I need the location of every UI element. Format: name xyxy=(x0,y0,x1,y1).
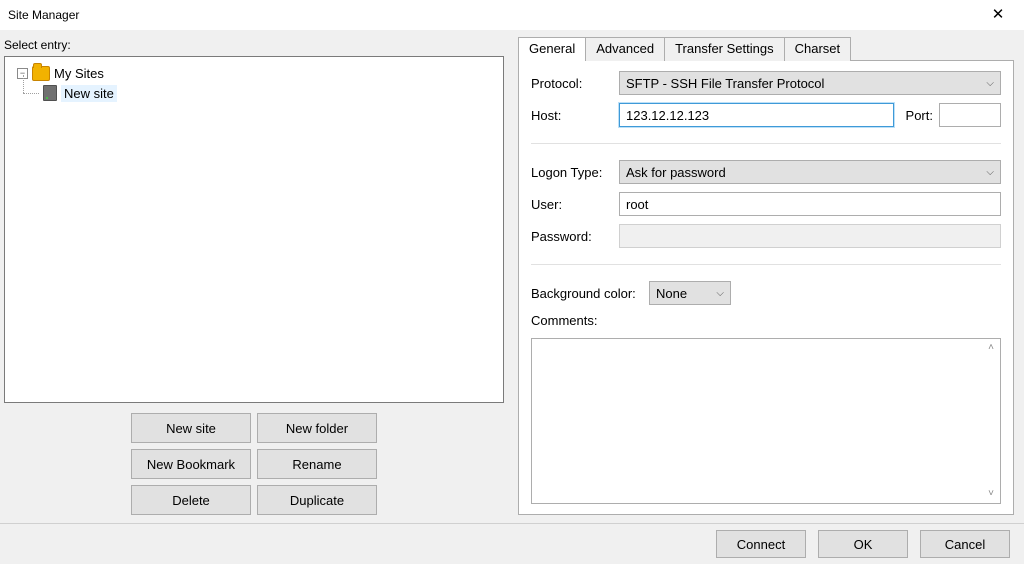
tab-transfer-settings[interactable]: Transfer Settings xyxy=(665,37,785,61)
bg-color-value: None xyxy=(656,286,687,301)
new-site-button[interactable]: New site xyxy=(131,413,251,443)
rename-button[interactable]: Rename xyxy=(257,449,377,479)
user-row: User: root xyxy=(531,192,1001,216)
folder-icon xyxy=(32,66,50,81)
tree-item-new-site[interactable]: New site xyxy=(9,83,499,103)
cancel-button[interactable]: Cancel xyxy=(920,530,1010,558)
tab-general[interactable]: General xyxy=(518,37,586,61)
dialog-footer: Connect OK Cancel xyxy=(0,523,1024,564)
protocol-row: Protocol: SFTP - SSH File Transfer Proto… xyxy=(531,71,1001,95)
host-input[interactable]: 123.12.12.123 xyxy=(619,103,894,127)
tab-bar: General Advanced Transfer Settings Chars… xyxy=(518,36,1014,60)
protocol-select[interactable]: SFTP - SSH File Transfer Protocol ⌵ xyxy=(619,71,1001,95)
tab-charset[interactable]: Charset xyxy=(785,37,852,61)
right-pane: General Advanced Transfer Settings Chars… xyxy=(510,30,1024,523)
server-icon xyxy=(43,85,57,101)
delete-button[interactable]: Delete xyxy=(131,485,251,515)
scroll-down-icon[interactable]: ˅ xyxy=(984,487,998,501)
logon-type-select[interactable]: Ask for password ⌵ xyxy=(619,160,1001,184)
scroll-up-icon[interactable]: ˄ xyxy=(984,341,998,355)
user-value: root xyxy=(626,197,648,212)
window-title: Site Manager xyxy=(8,8,79,22)
password-input xyxy=(619,224,1001,248)
protocol-value: SFTP - SSH File Transfer Protocol xyxy=(626,76,824,91)
user-input[interactable]: root xyxy=(619,192,1001,216)
password-label: Password: xyxy=(531,229,619,244)
port-label: Port: xyxy=(906,108,933,123)
logon-type-label: Logon Type: xyxy=(531,165,619,180)
tree-root[interactable]: − My Sites xyxy=(9,63,499,83)
general-panel: Protocol: SFTP - SSH File Transfer Proto… xyxy=(518,60,1014,515)
tab-advanced[interactable]: Advanced xyxy=(586,37,665,61)
host-row: Host: 123.12.12.123 Port: xyxy=(531,103,1001,127)
user-label: User: xyxy=(531,197,619,212)
close-icon[interactable]: ✕ xyxy=(978,0,1018,30)
connect-button[interactable]: Connect xyxy=(716,530,806,558)
left-pane: Select entry: − My Sites New site New si… xyxy=(0,30,510,523)
password-row: Password: xyxy=(531,224,1001,248)
select-entry-label: Select entry: xyxy=(4,38,504,52)
chevron-down-icon: ⌵ xyxy=(986,167,994,178)
site-tree[interactable]: − My Sites New site xyxy=(4,56,504,403)
separator xyxy=(531,143,1001,144)
protocol-label: Protocol: xyxy=(531,76,619,91)
duplicate-button[interactable]: Duplicate xyxy=(257,485,377,515)
port-input[interactable] xyxy=(939,103,1001,127)
bg-color-select[interactable]: None ⌵ xyxy=(649,281,731,305)
ok-button[interactable]: OK xyxy=(818,530,908,558)
chevron-down-icon: ⌵ xyxy=(986,78,994,89)
bg-color-row: Background color: None ⌵ xyxy=(531,281,1001,305)
tree-root-label: My Sites xyxy=(54,66,104,81)
host-label: Host: xyxy=(531,108,619,123)
chevron-down-icon: ⌵ xyxy=(716,288,724,299)
entry-buttons: New site New folder New Bookmark Rename … xyxy=(4,413,504,515)
comments-textarea[interactable]: ˄ ˅ xyxy=(531,338,1001,504)
separator xyxy=(531,264,1001,265)
host-value: 123.12.12.123 xyxy=(626,108,709,123)
logon-type-row: Logon Type: Ask for password ⌵ xyxy=(531,160,1001,184)
new-folder-button[interactable]: New folder xyxy=(257,413,377,443)
tree-item-label: New site xyxy=(61,85,117,102)
workarea: Select entry: − My Sites New site New si… xyxy=(0,30,1024,523)
new-bookmark-button[interactable]: New Bookmark xyxy=(131,449,251,479)
bg-color-label: Background color: xyxy=(531,286,649,301)
comments-label: Comments: xyxy=(531,313,1001,328)
title-bar: Site Manager ✕ xyxy=(0,0,1024,30)
logon-type-value: Ask for password xyxy=(626,165,726,180)
